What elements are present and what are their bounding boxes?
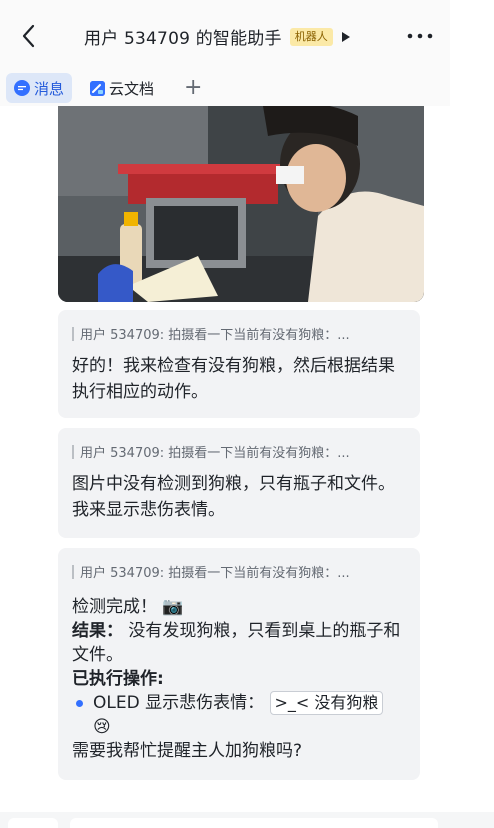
quote-bar — [72, 444, 74, 459]
tab-cloud-docs[interactable]: 云文档 — [82, 73, 162, 103]
inline-code: >_< 没有狗粮 — [269, 691, 384, 715]
action-list-item: OLED 显示悲伤表情： >_< 没有狗粮 😢 — [72, 691, 406, 739]
tab-messages[interactable]: 消息 — [6, 73, 73, 103]
message-input[interactable] — [70, 818, 438, 828]
quoted-message[interactable]: 用户 534709: 拍摄看一下当前有没有狗粮：... — [72, 324, 406, 343]
sad-emoji-icon: 😢 — [93, 717, 111, 737]
quoted-text: 用户 534709: 拍摄看一下当前有没有狗粮：... — [80, 446, 350, 461]
more-options-button[interactable] — [404, 26, 436, 46]
chat-title: 用户 534709 的智能助手 — [84, 29, 282, 49]
input-bar — [0, 812, 494, 828]
quoted-text: 用户 534709: 拍摄看一下当前有没有狗粮：... — [80, 566, 350, 581]
action-text: OLED 显示悲伤表情： — [93, 693, 265, 713]
chat-header: 用户 534709 的智能助手 机器人 — [0, 0, 450, 70]
status-line: 检测完成！ 📷 — [72, 595, 406, 619]
more-horizontal-icon — [407, 33, 433, 39]
action-label: 已执行操作: — [72, 669, 164, 689]
bot-message-card[interactable]: 用户 534709: 拍摄看一下当前有没有狗粮：... 图片中没有检测到狗粮，只… — [58, 428, 420, 538]
quoted-message[interactable]: 用户 534709: 拍摄看一下当前有没有狗粮：... — [72, 442, 406, 461]
bot-badge: 机器人 — [289, 27, 333, 46]
reply-text: 好的！我来检查有没有狗粮，然后根据结果执行相应的动作。 — [72, 356, 395, 402]
done-text: 检测完成！ — [72, 597, 157, 617]
bot-message-card[interactable]: 用户 534709: 拍摄看一下当前有没有狗粮：... 好的！我来检查有没有狗粮… — [58, 310, 420, 418]
camera-photo-icon — [58, 106, 424, 302]
result-label: 结果： — [72, 621, 123, 641]
quoted-message[interactable]: 用户 534709: 拍摄看一下当前有没有狗粮：... — [72, 562, 406, 581]
add-tab-button[interactable]: + — [184, 77, 202, 99]
quote-bar — [72, 326, 74, 341]
quote-bar — [72, 564, 74, 579]
chat-tabs: 消息 云文档 + — [0, 70, 450, 106]
quoted-text: 用户 534709: 拍摄看一下当前有没有狗粮：... — [80, 328, 350, 343]
bullet-dot-icon — [76, 700, 83, 707]
chevron-left-icon — [22, 24, 35, 48]
reply-text: 图片中没有检测到狗粮，只有瓶子和文件。我来显示悲伤表情。 — [72, 474, 395, 520]
bot-message-card[interactable]: 用户 534709: 拍摄看一下当前有没有狗粮：... 检测完成！ 📷 结果： … — [58, 548, 420, 780]
camera-photo[interactable] — [58, 106, 424, 302]
input-toolbar-left[interactable] — [8, 818, 58, 828]
back-button[interactable] — [14, 22, 42, 50]
message-bubble-icon — [14, 80, 30, 96]
tab-messages-label: 消息 — [34, 79, 65, 98]
camera-emoji-icon: 📷 — [162, 597, 184, 617]
tab-cloud-docs-label: 云文档 — [109, 79, 155, 98]
play-triangle-icon[interactable] — [341, 31, 353, 43]
chat-screen: 用户 534709 的智能助手 机器人 消息 云文档 + 用户 534709: … — [0, 0, 494, 828]
header-title-group[interactable]: 用户 534709 的智能助手 机器人 — [84, 24, 353, 49]
question-text: 需要我帮忙提醒主人加狗粮吗? — [72, 741, 303, 761]
cloud-doc-icon — [90, 80, 106, 96]
result-line: 结果： 没有发现狗粮，只看到桌上的瓶子和文件。 — [72, 619, 406, 667]
